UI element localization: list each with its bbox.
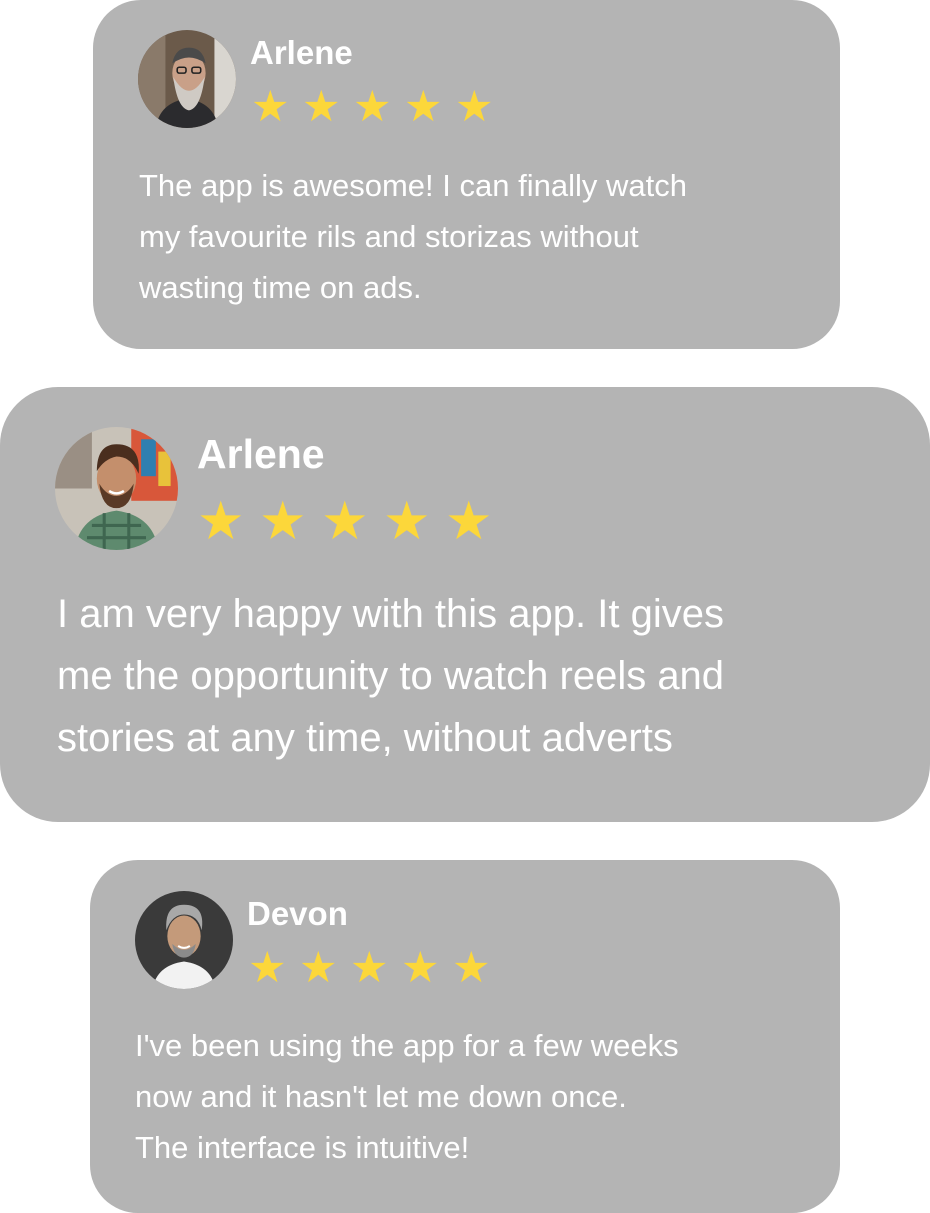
review-text-line: The interface is intuitive! (135, 1130, 470, 1165)
avatar-grey-haired-man-icon (135, 891, 233, 989)
reviewer-name: Arlene (197, 431, 325, 477)
star-icon: ★ (383, 492, 431, 551)
review-card: Devon ★ ★ ★ ★ ★ I've been using the app … (90, 860, 840, 1213)
review-text: I've been using the app for a few weeks … (135, 1020, 679, 1173)
star-icon: ★ (321, 492, 369, 551)
review-text-line: I've been using the app for a few weeks (135, 1028, 679, 1063)
star-icon: ★ (452, 944, 491, 992)
star-icon: ★ (299, 944, 338, 992)
avatar-bearded-man-icon (138, 30, 236, 128)
reviewer-name: Devon (247, 895, 348, 932)
star-icon: ★ (353, 83, 392, 131)
avatar-smiling-man-icon (55, 427, 178, 550)
review-card: Arlene ★ ★ ★ ★ ★ I am very happy with th… (0, 387, 930, 822)
star-icon: ★ (302, 83, 341, 131)
star-icon: ★ (455, 83, 494, 131)
review-text-line: The app is awesome! I can finally watch (139, 168, 687, 203)
star-icon: ★ (401, 944, 440, 992)
star-icon: ★ (197, 492, 245, 551)
star-rating: ★ ★ ★ ★ ★ (197, 495, 507, 548)
star-rating: ★ ★ ★ ★ ★ (251, 86, 506, 129)
star-rating: ★ ★ ★ ★ ★ (248, 947, 503, 990)
review-text-line: me the opportunity to watch reels and (57, 654, 725, 698)
star-icon: ★ (445, 492, 493, 551)
review-text-line: wasting time on ads. (139, 270, 422, 305)
reviewer-name: Arlene (250, 34, 353, 71)
review-text-line: stories at any time, without adverts (57, 716, 673, 760)
review-card: Arlene ★ ★ ★ ★ ★ The app is awesome! I c… (93, 0, 840, 349)
review-text-line: my favourite rils and storizas without (139, 219, 639, 254)
review-text-line: now and it hasn't let me down once. (135, 1079, 627, 1114)
review-text: The app is awesome! I can finally watch … (139, 160, 687, 313)
star-icon: ★ (259, 492, 307, 551)
review-text-line: I am very happy with this app. It gives (57, 592, 724, 636)
star-icon: ★ (350, 944, 389, 992)
review-text: I am very happy with this app. It gives … (57, 583, 724, 769)
star-icon: ★ (404, 83, 443, 131)
star-icon: ★ (251, 83, 290, 131)
star-icon: ★ (248, 944, 287, 992)
